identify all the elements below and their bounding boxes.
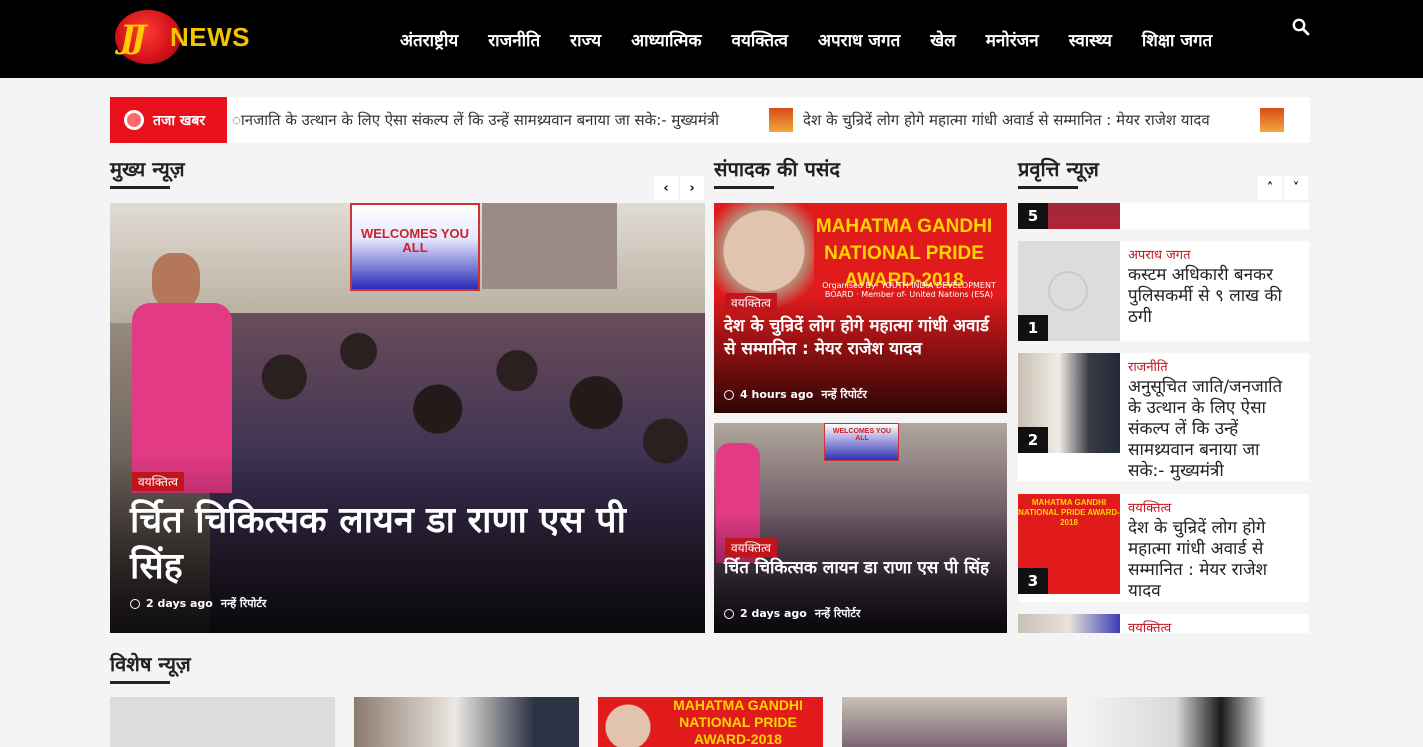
nav-item-spiritual[interactable]: आध्यात्मिक <box>631 28 701 51</box>
main-story-card[interactable]: WELCOMES YOU ALL वयक्तित्व र्चित चिकित्स… <box>110 203 705 633</box>
special-news-thumbnail[interactable] <box>842 697 1067 747</box>
trending-category[interactable]: राजनीति <box>1128 357 1168 375</box>
welcome-banner-image: WELCOMES YOU ALL <box>824 423 899 461</box>
nav-item-sports[interactable]: खेल <box>930 28 955 51</box>
trending-thumbnail: 5 <box>1018 203 1120 229</box>
trending-item[interactable]: MAHATMA GANDHI NATIONAL PRIDE AWARD-2018… <box>1018 494 1309 602</box>
banner-text: WELCOMES YOU ALL <box>360 226 470 255</box>
category-badge[interactable]: वयक्तित्व <box>725 538 777 557</box>
slider-prev-button[interactable]: ‹ <box>654 176 678 200</box>
ticker-track: ानजाति के उत्थान के लिए ऐसा संकल्प लें क… <box>232 97 1310 143</box>
editor-story-title[interactable]: र्चित चिकित्सक लायन डा राणा एस पी सिंह <box>724 557 999 580</box>
ticker-item-text: ानजाति के उत्थान के लिए ऐसा संकल्प लें क… <box>232 111 720 129</box>
trending-category[interactable]: वयक्तित्व <box>1128 498 1171 516</box>
story-meta: 2 days ago नन्हें रिपोर्टर <box>724 606 860 621</box>
ticker-item-text: देश के चुन्रिदें लोग होगे महात्मा गांधी … <box>803 111 1210 129</box>
trending-thumbnail: 1 <box>1018 241 1120 341</box>
clock-icon <box>724 608 734 619</box>
trending-up-button[interactable]: ˄ <box>1258 176 1282 200</box>
clock-icon <box>724 389 734 400</box>
section-title-editor: संपादक की पसंद <box>714 157 841 189</box>
ticker-label: तजा खबर <box>110 97 227 143</box>
nav-item-education[interactable]: शिक्षा जगत <box>1142 28 1212 51</box>
special-news-thumbnail[interactable] <box>1086 697 1311 747</box>
placeholder-logo-icon <box>1048 271 1088 311</box>
trending-category[interactable]: अपराध जगत <box>1128 245 1191 263</box>
trending-rank: 2 <box>1018 427 1048 453</box>
nav-item-entertainment[interactable]: मनोरंजन <box>986 28 1039 51</box>
special-news-thumbnail[interactable] <box>110 697 335 747</box>
trending-item[interactable]: 5 <box>1018 203 1309 229</box>
trending-title[interactable]: अनुसूचित जाति/जनजाति के उत्थान के लिए ऐस… <box>1128 377 1300 481</box>
story-author[interactable]: नन्हें रिपोर्टर <box>815 606 861 621</box>
banner-text: WELCOMES YOU ALL <box>832 428 892 442</box>
story-author[interactable]: नन्हें रिपोर्टर <box>221 596 267 611</box>
nav-item-politics[interactable]: राजनीति <box>488 28 540 51</box>
special-news-thumbnail[interactable]: MAHATMA GANDHI NATIONAL PRIDE AWARD-2018 <box>598 697 823 747</box>
search-icon[interactable] <box>1292 18 1312 38</box>
section-title-special: विशेष न्यूज़ <box>110 652 191 684</box>
category-badge[interactable]: वयक्तित्व <box>132 472 184 491</box>
section-title-main: मुख्य न्यूज़ <box>110 157 185 189</box>
trending-category[interactable]: वयक्तित्व <box>1128 618 1171 633</box>
ticker-item[interactable]: देश के चुन्रिदें लोग होगे महात्मा गांधी … <box>769 108 1210 132</box>
nav-item-health[interactable]: स्वास्थ्य <box>1069 28 1112 51</box>
trending-title[interactable]: देश के चुन्रिदें लोग होगे महात्मा गांधी … <box>1128 518 1300 602</box>
editor-story-title[interactable]: देश के चुन्रिदें लोग होगे महात्मा गांधी … <box>724 315 999 361</box>
trending-item[interactable]: 1 अपराध जगत कस्टम अधिकारी बनकर पुलिसकर्म… <box>1018 241 1309 341</box>
ticker-thumbnail <box>1259 108 1284 132</box>
story-time: 2 days ago <box>146 597 213 610</box>
special-news-thumbnail[interactable] <box>354 697 579 747</box>
slider-next-button[interactable]: › <box>680 176 704 200</box>
section-title-trending: प्रवृत्ति न्यूज़ <box>1018 157 1099 189</box>
nav-item-state[interactable]: राज्य <box>570 28 601 51</box>
live-dot-icon <box>124 110 144 130</box>
trending-rank: 1 <box>1018 315 1048 341</box>
editor-story-card[interactable]: WELCOMES YOU ALL वयक्तित्व र्चित चिकित्स… <box>714 423 1007 633</box>
trending-title[interactable]: कस्टम अधिकारी बनकर पुलिसकर्मी से ९ लाख क… <box>1128 265 1300 328</box>
clock-icon <box>130 598 140 609</box>
main-story-title[interactable]: र्चित चिकित्सक लायन डा राणा एस पी सिंह <box>130 498 670 590</box>
poster-title: MAHATMA GANDHI NATIONAL PRIDE AWARD-2018 <box>673 697 803 747</box>
nav-item-crime[interactable]: अपराध जगत <box>818 28 900 51</box>
logo-text: NEWS <box>170 22 250 52</box>
gandhi-portrait-image <box>598 697 658 747</box>
welcome-banner-image: WELCOMES YOU ALL <box>350 203 480 291</box>
poster-title: MAHATMA GANDHI NATIONAL PRIDE AWARD-2018 <box>1018 498 1120 527</box>
trending-thumbnail: MAHATMA GANDHI NATIONAL PRIDE AWARD-2018… <box>1018 494 1120 594</box>
story-time: 2 days ago <box>740 607 807 620</box>
trending-rank: 5 <box>1018 203 1048 229</box>
ticker-item[interactable] <box>1259 108 1294 132</box>
trending-rank: 3 <box>1018 568 1048 594</box>
trending-item[interactable]: 2 राजनीति अनुसूचित जाति/जनजाति के उत्थान… <box>1018 353 1309 481</box>
story-author[interactable]: नन्हें रिपोर्टर <box>821 387 867 402</box>
background-wall <box>482 203 617 289</box>
nav-item-international[interactable]: अंतराष्ट्रीय <box>400 28 458 51</box>
ticker-label-text: तजा खबर <box>153 112 206 129</box>
trending-item[interactable]: वयक्तित्व <box>1018 614 1309 633</box>
story-meta: 2 days ago नन्हें रिपोर्टर <box>130 596 266 611</box>
ticker-thumbnail <box>769 108 794 132</box>
ticker-item[interactable]: ानजाति के उत्थान के लिए ऐसा संकल्प लें क… <box>232 110 719 130</box>
site-logo[interactable]: JJ NEWS <box>112 8 262 66</box>
story-meta: 4 hours ago नन्हें रिपोर्टर <box>724 387 867 402</box>
trending-thumbnail <box>1018 614 1120 633</box>
trending-thumbnail: 2 <box>1018 353 1120 453</box>
trending-down-button[interactable]: ˅ <box>1284 176 1308 200</box>
nav-item-personality[interactable]: वयक्तित्व <box>732 28 788 51</box>
logo-mark: JJ <box>120 18 146 56</box>
editor-story-card[interactable]: MAHATMA GANDHI NATIONAL PRIDE AWARD-2018… <box>714 203 1007 413</box>
site-header: JJ NEWS अंतराष्ट्रीय राजनीति राज्य आध्या… <box>0 0 1423 78</box>
story-time: 4 hours ago <box>740 388 814 401</box>
main-nav: अंतराष्ट्रीय राजनीति राज्य आध्यात्मिक वय… <box>400 0 1242 78</box>
category-badge[interactable]: वयक्तित्व <box>725 293 777 312</box>
breaking-news-ticker: तजा खबर ानजाति के उत्थान के लिए ऐसा संकल… <box>110 97 1310 143</box>
